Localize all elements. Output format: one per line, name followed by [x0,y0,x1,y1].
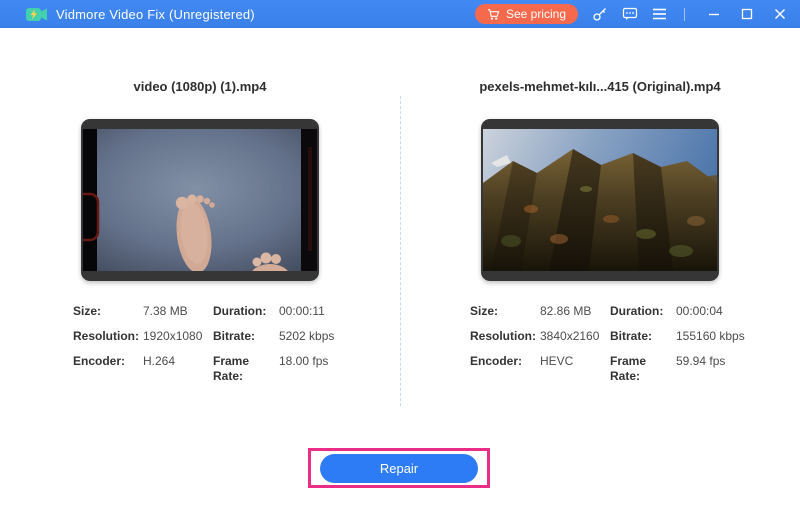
meta-value: 59.94 fps [676,354,786,384]
repair-button-highlight: Repair [308,448,490,488]
meta-value: 155160 kbps [676,329,786,344]
right-video-thumbnail [481,119,719,281]
panel-divider [400,96,401,406]
app-logo-icon [26,6,48,23]
maximize-icon[interactable] [738,6,755,23]
minimize-icon[interactable] [705,6,722,23]
see-pricing-button[interactable]: See pricing [475,4,578,24]
window-controls [705,6,788,23]
meta-value: 00:00:04 [676,304,786,319]
meta-value: 7.38 MB [143,304,213,319]
meta-value: 82.86 MB [540,304,610,319]
meta-label: Size: [470,304,540,319]
meta-label: Size: [73,304,143,319]
see-pricing-label: See pricing [506,7,566,21]
app-window: Vidmore Video Fix (Unregistered) See pri… [0,0,800,516]
meta-value: 18.00 fps [279,354,389,384]
meta-value: H.264 [143,354,213,384]
window-title: Vidmore Video Fix (Unregistered) [56,7,255,22]
meta-label: Bitrate: [610,329,676,344]
left-video-filename: video (1080p) (1).mp4 [0,79,400,94]
right-video-metadata: Size: 82.86 MB Duration: 00:00:04 Resolu… [470,304,786,384]
meta-value: 1920x1080 [143,329,213,344]
menu-icon[interactable] [651,6,668,23]
meta-label: Resolution: [470,329,540,344]
titlebar: Vidmore Video Fix (Unregistered) See pri… [0,0,800,28]
meta-label: Frame Rate: [610,354,676,384]
titlebar-separator [684,8,685,21]
right-video-filename: pexels-mehmet-kılı...415 (Original).mp4 [400,79,800,94]
register-key-icon[interactable] [591,6,608,23]
meta-label: Duration: [213,304,279,319]
meta-label: Encoder: [470,354,540,384]
feedback-chat-icon[interactable] [621,6,638,23]
meta-value: 3840x2160 [540,329,610,344]
meta-value: 5202 kbps [279,329,389,344]
meta-value: HEVC [540,354,610,384]
meta-value: 00:00:11 [279,304,389,319]
meta-label: Duration: [610,304,676,319]
meta-label: Frame Rate: [213,354,279,384]
meta-label: Encoder: [73,354,143,384]
cart-icon [487,8,500,21]
close-icon[interactable] [771,6,788,23]
left-video-thumbnail [81,119,319,281]
meta-label: Bitrate: [213,329,279,344]
left-video-metadata: Size: 7.38 MB Duration: 00:00:11 Resolut… [73,304,389,384]
titlebar-right-group: See pricing [475,4,788,24]
repair-button[interactable]: Repair [320,454,478,483]
meta-label: Resolution: [73,329,143,344]
